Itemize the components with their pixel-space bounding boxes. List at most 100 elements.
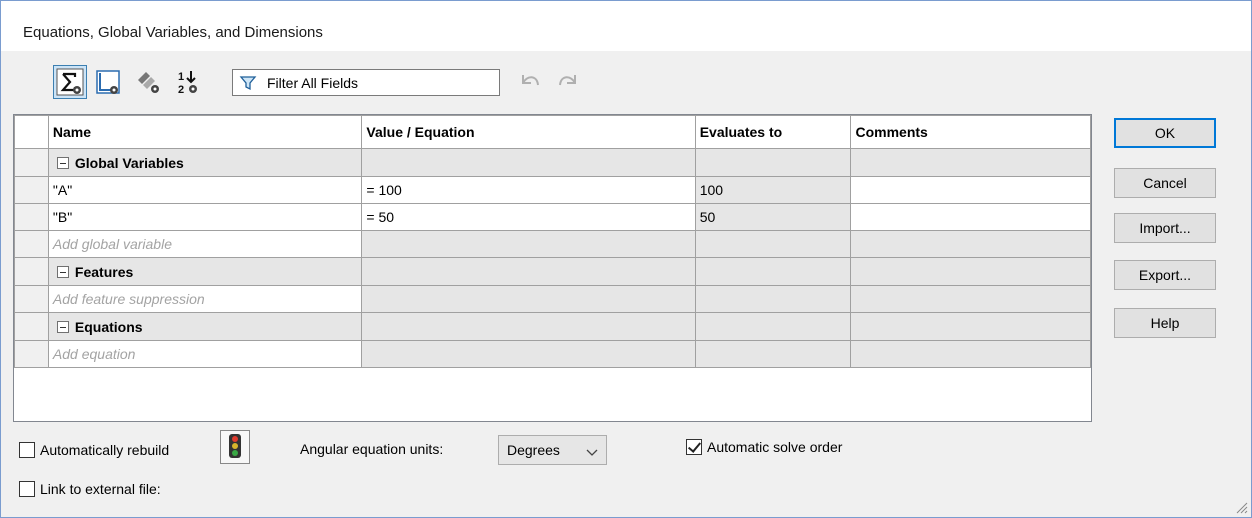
- auto-rebuild-box[interactable]: [19, 442, 35, 458]
- auto-solve-order-checkbox[interactable]: Automatic solve order: [686, 439, 842, 455]
- value-cell: [361, 230, 696, 258]
- table-row: "A" = 100 100: [14, 176, 1091, 204]
- filter-icon: [239, 74, 257, 92]
- add-equation-cell[interactable]: Add equation: [47, 340, 363, 368]
- section-value-cell: [361, 257, 696, 286]
- collapse-icon[interactable]: [56, 156, 69, 169]
- angular-units-label: Angular equation units:: [300, 441, 444, 457]
- add-row-equation: Add equation: [14, 340, 1091, 368]
- corner-header[interactable]: [14, 115, 49, 149]
- row-header[interactable]: [14, 203, 49, 231]
- evaluates-cell: 100: [694, 176, 852, 204]
- column-header-value[interactable]: Value / Equation: [361, 115, 696, 149]
- sketch-equation-view-icon: [94, 68, 122, 96]
- undo-button[interactable]: [515, 69, 543, 95]
- column-header-comments[interactable]: Comments: [850, 115, 1091, 149]
- evaluates-cell: [694, 340, 852, 368]
- ordered-view-button[interactable]: 1 2: [171, 65, 205, 99]
- export-button[interactable]: Export...: [1114, 260, 1216, 290]
- dimension-view-icon: [134, 68, 162, 96]
- add-feature-suppression-cell[interactable]: Add feature suppression: [47, 285, 363, 313]
- row-header[interactable]: [14, 176, 49, 204]
- link-external-file-box[interactable]: [19, 481, 35, 497]
- variable-name-cell[interactable]: "B": [47, 203, 363, 231]
- comments-cell: [850, 340, 1091, 368]
- chevron-down-icon: [586, 445, 598, 461]
- section-label: Equations: [47, 312, 363, 341]
- svg-text:2: 2: [178, 84, 184, 96]
- section-title: Global Variables: [74, 154, 184, 171]
- redo-icon: [555, 75, 583, 98]
- redo-button[interactable]: [555, 69, 583, 95]
- value-cell: [361, 285, 696, 313]
- row-header[interactable]: [14, 257, 49, 286]
- row-header[interactable]: [14, 340, 49, 368]
- traffic-light-icon: [228, 433, 242, 462]
- equations-table: Name Value / Equation Evaluates to Comme…: [14, 115, 1091, 368]
- section-value-cell: [361, 312, 696, 341]
- value-cell[interactable]: = 50: [361, 203, 696, 231]
- section-evaluates-cell: [694, 312, 852, 341]
- link-external-file-label: Link to external file:: [40, 481, 161, 497]
- section-title: Equations: [74, 318, 143, 335]
- section-comments-cell: [850, 257, 1091, 286]
- svg-text:1: 1: [178, 71, 184, 83]
- filter-field[interactable]: [232, 69, 500, 96]
- dialog-title: Equations, Global Variables, and Dimensi…: [23, 24, 323, 41]
- row-header[interactable]: [14, 312, 49, 341]
- variable-name-cell[interactable]: "A": [47, 176, 363, 204]
- ok-button[interactable]: OK: [1114, 118, 1216, 148]
- undo-icon: [515, 75, 543, 98]
- value-cell: [361, 340, 696, 368]
- help-button[interactable]: Help: [1114, 308, 1216, 338]
- column-header-evaluates[interactable]: Evaluates to: [694, 115, 852, 149]
- row-header[interactable]: [14, 285, 49, 313]
- comments-cell[interactable]: [850, 203, 1091, 231]
- angular-units-value: Degrees: [507, 442, 560, 458]
- section-evaluates-cell: [694, 148, 852, 177]
- section-row-equations: Equations: [14, 312, 1091, 341]
- auto-rebuild-checkbox[interactable]: Automatically rebuild: [19, 442, 169, 458]
- row-header[interactable]: [14, 148, 49, 177]
- section-value-cell: [361, 148, 696, 177]
- equations-dialog: Equations, Global Variables, and Dimensi…: [0, 0, 1252, 518]
- equation-view-icon: [56, 68, 84, 96]
- dimension-view-button[interactable]: [131, 65, 165, 99]
- section-row-features: Features: [14, 257, 1091, 286]
- filter-input[interactable]: [267, 74, 487, 91]
- column-header-name[interactable]: Name: [47, 115, 363, 149]
- auto-rebuild-label: Automatically rebuild: [40, 442, 170, 458]
- add-row-feature-suppression: Add feature suppression: [14, 285, 1091, 313]
- comments-cell[interactable]: [850, 176, 1091, 204]
- section-label: Global Variables: [47, 148, 363, 177]
- cancel-button[interactable]: Cancel: [1114, 168, 1216, 198]
- sketch-equation-view-button[interactable]: [91, 65, 125, 99]
- comments-cell: [850, 230, 1091, 258]
- section-comments-cell: [850, 312, 1091, 341]
- auto-solve-order-box[interactable]: [686, 439, 702, 455]
- evaluates-cell: [694, 285, 852, 313]
- add-global-variable-cell[interactable]: Add global variable: [47, 230, 363, 258]
- section-comments-cell: [850, 148, 1091, 177]
- import-button[interactable]: Import...: [1114, 213, 1216, 243]
- auto-solve-order-label: Automatic solve order: [707, 439, 843, 455]
- comments-cell: [850, 285, 1091, 313]
- angular-units-select[interactable]: Degrees: [498, 435, 607, 465]
- resize-grip-icon[interactable]: [1234, 500, 1248, 514]
- section-title: Features: [74, 263, 134, 280]
- equation-view-button[interactable]: [53, 65, 87, 99]
- evaluates-cell: 50: [694, 203, 852, 231]
- rebuild-status-button[interactable]: [220, 430, 250, 464]
- title-bar: Equations, Global Variables, and Dimensi…: [1, 1, 1251, 51]
- value-cell[interactable]: = 100: [361, 176, 696, 204]
- table-row: "B" = 50 50: [14, 203, 1091, 231]
- row-header[interactable]: [14, 230, 49, 258]
- evaluates-cell: [694, 230, 852, 258]
- add-row-global-variable: Add global variable: [14, 230, 1091, 258]
- ordered-view-icon: 1 2: [174, 68, 202, 96]
- collapse-icon[interactable]: [56, 265, 69, 278]
- section-evaluates-cell: [694, 257, 852, 286]
- collapse-icon[interactable]: [56, 320, 69, 333]
- link-external-file-checkbox[interactable]: Link to external file:: [19, 481, 161, 497]
- header-row: Name Value / Equation Evaluates to Comme…: [14, 115, 1091, 149]
